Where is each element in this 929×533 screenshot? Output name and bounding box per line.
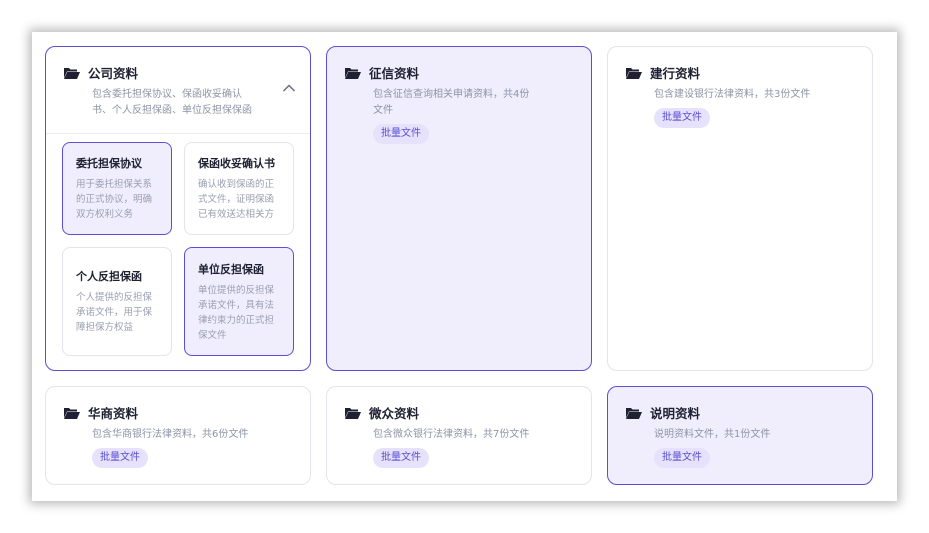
card-header: 建行资料 — [626, 63, 700, 82]
card-notes[interactable]: 说明资料 说明资料文件，共1份文件 批量文件 — [607, 386, 873, 485]
card-header: 征信资料 — [345, 63, 419, 82]
card-description: 说明资料文件，共1份文件 — [654, 429, 771, 440]
card-title: 征信资料 — [369, 66, 420, 81]
folder-open-icon — [345, 67, 361, 79]
card-description: 包含建设银行法律资料，共3份文件 — [654, 89, 811, 100]
sub-card-receipt-confirmation[interactable]: 保函收妥确认书 确认收到保函的正 式文件，证明保函 已有效送达相关方 — [184, 142, 294, 235]
card-ccb[interactable]: 建行资料 包含建设银行法律资料，共3份文件 批量文件 — [607, 46, 873, 371]
card-title: 公司资料 — [88, 66, 139, 81]
chevron-up-icon[interactable] — [282, 83, 296, 93]
card-title: 建行资料 — [650, 66, 701, 81]
app-frame: 公司资料 包含委托担保协议、保函收妥确认 书、个人反担保函、单位反担保保函 委托… — [32, 32, 897, 501]
sub-card-title: 单位反担保函 — [198, 263, 264, 276]
sub-card-description: 单位提供的反担保 承诺文件，具有法 律约束力的正式担 保文件 — [198, 285, 275, 341]
batch-files-tag: 批量文件 — [92, 448, 148, 468]
card-description: 包含微众银行法律资料，共7份文件 — [373, 429, 530, 440]
batch-files-tag: 批量文件 — [654, 448, 710, 468]
card-header: 公司资料 — [64, 63, 138, 82]
card-title: 说明资料 — [650, 406, 701, 421]
card-huashang[interactable]: 华商资料 包含华商银行法律资料，共6份文件 批量文件 — [45, 386, 311, 485]
sub-card-title: 保函收妥确认书 — [198, 157, 275, 170]
folder-open-icon — [626, 67, 642, 79]
folder-open-icon — [64, 67, 80, 79]
sub-card-title: 个人反担保函 — [76, 270, 142, 283]
batch-files-tag: 批量文件 — [654, 108, 710, 128]
card-title: 华商资料 — [88, 406, 139, 421]
card-header: 微众资料 — [345, 403, 419, 422]
card-title: 微众资料 — [369, 406, 420, 421]
card-header: 说明资料 — [626, 403, 700, 422]
card-webank[interactable]: 微众资料 包含微众银行法律资料，共7份文件 批量文件 — [326, 386, 592, 485]
batch-files-tag: 批量文件 — [373, 124, 429, 144]
sub-card-title: 委托担保协议 — [76, 157, 142, 170]
folder-open-icon — [64, 407, 80, 419]
sub-card-personal-counter-guarantee[interactable]: 个人反担保函 个人提供的反担保 承诺文件，用于保 障担保方权益 — [62, 247, 172, 356]
folder-open-icon — [626, 407, 642, 419]
card-description: 包含华商银行法律资料，共6份文件 — [92, 429, 249, 440]
folder-open-icon — [345, 407, 361, 419]
sub-card-description: 用于委托担保关系 的正式协议，明确 双方权利义务 — [76, 179, 153, 220]
card-description: 包含征信查询相关申请资料，共4份 文件 — [373, 89, 530, 116]
card-header: 华商资料 — [64, 403, 138, 422]
batch-files-tag: 批量文件 — [373, 448, 429, 468]
sub-card-description: 个人提供的反担保 承诺文件，用于保 障担保方权益 — [76, 292, 153, 333]
card-description: 包含委托担保协议、保函收妥确认 书、个人反担保函、单位反担保保函 — [92, 89, 252, 116]
divider — [46, 133, 310, 134]
card-company[interactable]: 公司资料 包含委托担保协议、保函收妥确认 书、个人反担保函、单位反担保保函 委托… — [45, 46, 311, 371]
sub-card-entrust-agreement[interactable]: 委托担保协议 用于委托担保关系 的正式协议，明确 双方权利义务 — [62, 142, 172, 235]
sub-card-description: 确认收到保函的正 式文件，证明保函 已有效送达相关方 — [198, 179, 275, 220]
card-credit[interactable]: 征信资料 包含征信查询相关申请资料，共4份 文件 批量文件 — [326, 46, 592, 371]
sub-card-unit-counter-guarantee[interactable]: 单位反担保函 单位提供的反担保 承诺文件，具有法 律约束力的正式担 保文件 — [184, 247, 294, 356]
